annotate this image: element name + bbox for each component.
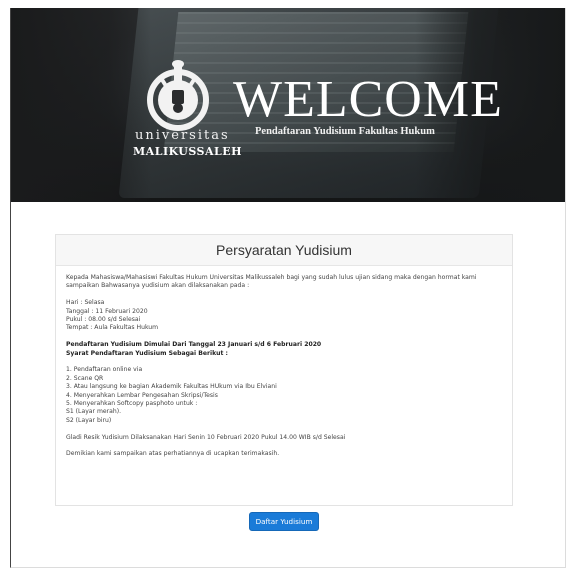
registration-heading: Pendaftaran Yudisium Dimulai Dari Tangga… <box>66 341 322 349</box>
intro-text: Kepada Mahasiswa/Mahasiswi Fakultas Huku… <box>66 274 477 290</box>
requirements-heading: Syarat Pendaftaran Yudisium Sebagai Beri… <box>66 349 228 357</box>
schedule-day: Hari : Selasa <box>66 299 105 307</box>
hero-banner: universitas MALIKUSSALEH WELCOME Pendaft… <box>11 8 565 202</box>
welcome-subtitle: Pendaftaran Yudisium Fakultas Hukum <box>255 126 435 137</box>
card-title: Persyaratan Yudisium <box>56 235 512 266</box>
card-body: Kepada Mahasiswa/Mahasiswi Fakultas Huku… <box>56 266 512 459</box>
rehearsal-text: Gladi Resik Yudisium Dilaksanakan Hari S… <box>66 433 346 441</box>
requirement-item: 2. Scane QR <box>66 374 104 382</box>
schedule-place: Tempat : Aula Fakultas Hukum <box>66 324 159 332</box>
requirement-item: S2 (Layar biru) <box>66 416 112 424</box>
requirement-item: 3. Atau langsung ke bagian Akademik Faku… <box>66 383 277 391</box>
requirement-item: 1. Pendaftaran online via <box>66 366 143 374</box>
hero-shade-left <box>11 8 151 202</box>
closing-text: Demikian kami sampaikan atas perhatianny… <box>66 450 280 458</box>
requirement-item: 4. Menyerahkan Lembar Pengesahan Skripsi… <box>66 391 218 399</box>
schedule-time: Pukul : 08.00 s/d Selesai <box>66 316 141 324</box>
university-seal-icon <box>147 60 209 131</box>
university-label-big: MALIKUSSALEH <box>133 145 243 158</box>
requirement-item: S1 (Layar merah). <box>66 408 122 416</box>
daftar-yudisium-button[interactable]: Daftar Yudisium <box>249 512 319 531</box>
welcome-heading: WELCOME <box>233 71 503 128</box>
schedule-date: Tanggal : 11 Februari 2020 <box>66 307 148 315</box>
requirement-item: 5. Menyerahkan Softcopy pasphoto untuk : <box>66 400 198 408</box>
university-label-small: universitas <box>135 128 230 143</box>
requirements-card: Persyaratan Yudisium Kepada Mahasiswa/Ma… <box>55 234 513 506</box>
page-frame: universitas MALIKUSSALEH WELCOME Pendaft… <box>10 8 566 568</box>
